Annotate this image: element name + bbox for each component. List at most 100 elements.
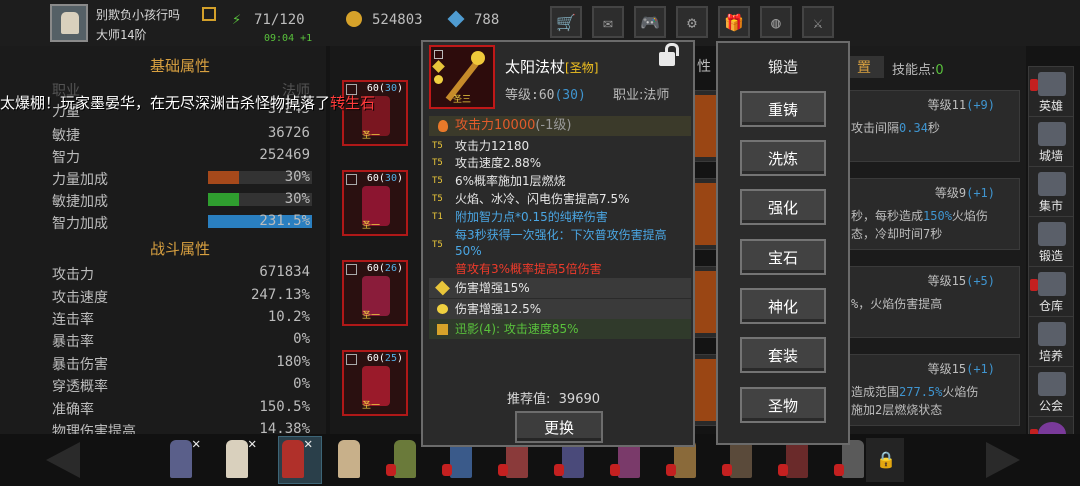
- attr-row-combo-rate: 连击率 10.2%: [52, 309, 310, 328]
- attr-row-attack-speed: 攻击速度 247.13%: [52, 287, 310, 306]
- energy-icon: ⚡: [232, 10, 242, 28]
- hero-portrait[interactable]: [338, 440, 360, 478]
- yellow-gem-icon: [435, 280, 450, 296]
- item-level: 等级:60(30): [505, 88, 586, 103]
- lock-icon: 🔒: [876, 450, 896, 469]
- energy-timer: 09:04 +1: [264, 33, 313, 44]
- equipment-slot[interactable]: 60(30) 圣一: [342, 80, 408, 146]
- hero-portrait[interactable]: [170, 440, 192, 478]
- lock-icon: [434, 50, 443, 59]
- arrow-right-icon[interactable]: [986, 442, 1020, 478]
- alert-icon: [1030, 79, 1038, 91]
- fire-icon: [438, 120, 448, 132]
- sidebar-item-cultivate[interactable]: 培养: [1028, 316, 1074, 368]
- item-affix: T5 6%概率施加1层燃烧: [432, 174, 566, 188]
- mail-icon[interactable]: ✉: [592, 6, 624, 38]
- skill-points: 技能点:0: [892, 63, 944, 78]
- sidebar-item-warehouse[interactable]: 仓库: [1028, 266, 1074, 318]
- lock-icon: [346, 264, 357, 275]
- warehouse-icon: [1038, 272, 1066, 296]
- hero-portrait[interactable]: [394, 440, 416, 478]
- equipment-slot[interactable]: 60(25) 圣一: [342, 350, 408, 416]
- attr-row-attack: 攻击力 671834: [52, 264, 310, 283]
- item-affix: T1 附加智力点*0.15的纯粹伤害: [432, 210, 608, 224]
- round-gem-icon: [437, 304, 448, 314]
- set-scroll-icon: [437, 324, 448, 335]
- color-wheel-icon[interactable]: ◍: [760, 6, 792, 38]
- remove-hero-icon[interactable]: ✕: [248, 436, 256, 452]
- item-gem-socket: 伤害增强12.5%: [429, 299, 691, 319]
- refine-button[interactable]: 洗炼: [740, 140, 826, 176]
- edit-icon[interactable]: [202, 7, 216, 21]
- sidebar-item-market[interactable]: 集市: [1028, 166, 1074, 218]
- attr-row-intellect: 智力 252469: [52, 147, 310, 166]
- player-avatar[interactable]: [50, 4, 88, 42]
- gamepad-icon[interactable]: 🎮: [634, 6, 666, 38]
- gem-button[interactable]: 宝石: [740, 239, 826, 275]
- set-button[interactable]: 套装: [740, 337, 826, 373]
- locked-hero-slot[interactable]: 🔒: [866, 438, 904, 482]
- remove-hero-icon[interactable]: ✕: [192, 436, 200, 452]
- item-affix: T5 攻击速度2.88%: [432, 156, 542, 170]
- attr-row-intellect-bonus: 智力加成 231.5%: [52, 213, 312, 232]
- hero-portrait[interactable]: [282, 440, 304, 478]
- hero-portrait[interactable]: [226, 440, 248, 478]
- alert-icon: [610, 464, 620, 476]
- sidebar-item-forge[interactable]: 锻造: [1028, 216, 1074, 268]
- hero-portrait[interactable]: [786, 440, 808, 478]
- cultivate-icon: [1038, 322, 1066, 346]
- item-affix: T5 攻击力12180: [432, 139, 530, 153]
- arrow-left-icon[interactable]: [46, 442, 80, 478]
- forge-title: 锻造: [767, 58, 798, 76]
- item-set-effect: 迅影(4): 攻击速度85%: [429, 319, 691, 339]
- alert-icon: [722, 464, 732, 476]
- reset-skills-button[interactable]: 置: [844, 56, 884, 78]
- sidebar-item-hero[interactable]: 英雄: [1028, 66, 1074, 118]
- tab-attributes[interactable]: 性: [697, 56, 711, 76]
- player-rank: 大师14阶: [96, 28, 147, 42]
- combat-attributes-title: 战斗属性: [150, 240, 211, 258]
- gold-coin-icon: [346, 11, 362, 27]
- alert-icon: [834, 464, 844, 476]
- attr-row-agility-bonus: 敏捷加成 30%: [52, 191, 312, 210]
- item-name: 太阳法杖[圣物]: [505, 58, 599, 76]
- hero-portrait[interactable]: [730, 440, 752, 478]
- right-sidebar: 英雄 城墙 集市 锻造 仓库 培养 公会 战斗: [1026, 66, 1078, 468]
- player-name: 别欺负小孩行吗: [96, 8, 181, 22]
- alert-icon: [666, 464, 676, 476]
- sun-orb-icon: [471, 51, 485, 65]
- replace-button[interactable]: 更换: [515, 411, 603, 443]
- energy-value: 71/120: [254, 12, 305, 28]
- gear-icon[interactable]: ⚙: [676, 6, 708, 38]
- recast-button[interactable]: 重铸: [740, 91, 826, 127]
- attr-row-crit-damage: 暴击伤害 180%: [52, 354, 310, 373]
- gift-icon[interactable]: 🎁: [718, 6, 750, 38]
- equipment-slot[interactable]: 60(30) 圣一: [342, 170, 408, 236]
- item-detail-popup: 圣三 太阳法杖[圣物] 等级:60(30) 职业:法师 攻击力10000(-1级…: [421, 40, 695, 447]
- item-gem-socket: 伤害增强15%: [429, 278, 691, 298]
- attr-row-agility: 敏捷 36726: [52, 125, 310, 144]
- alert-icon: [1030, 279, 1038, 291]
- lock-icon: [346, 174, 357, 185]
- sidebar-item-guild[interactable]: 公会: [1028, 366, 1074, 418]
- basic-attributes-title: 基础属性: [150, 57, 211, 75]
- item-main-attribute: 攻击力10000(-1级): [429, 116, 691, 136]
- shop-cart-icon[interactable]: 🛒: [550, 6, 582, 38]
- hero-portrait[interactable]: [842, 440, 864, 478]
- alert-icon: [442, 464, 452, 476]
- relic-button[interactable]: 圣物: [740, 387, 826, 423]
- unlock-icon[interactable]: [659, 43, 679, 66]
- equipment-slot[interactable]: 60(26) 圣一: [342, 260, 408, 326]
- forge-panel: 锻造 重铸 洗炼 强化 宝石 神化 套装 圣物: [716, 41, 850, 445]
- deify-button[interactable]: 神化: [740, 288, 826, 324]
- sidebar-item-wall[interactable]: 城墙: [1028, 116, 1074, 168]
- gem-slot-icon: [432, 60, 445, 73]
- gem-value: 788: [474, 12, 500, 28]
- world-broadcast: 太爆棚！玩家墨晏华，在无尽深渊击杀怪物掉落了转生石: [0, 94, 376, 112]
- alert-icon: [386, 464, 396, 476]
- anvil-icon: [1038, 222, 1066, 246]
- sword-icon[interactable]: ⚔: [802, 6, 834, 38]
- remove-hero-icon[interactable]: ✕: [304, 436, 312, 452]
- attr-row-physical-damage: 物理伤害提高 14.38%: [52, 421, 310, 434]
- enhance-button[interactable]: 强化: [740, 189, 826, 225]
